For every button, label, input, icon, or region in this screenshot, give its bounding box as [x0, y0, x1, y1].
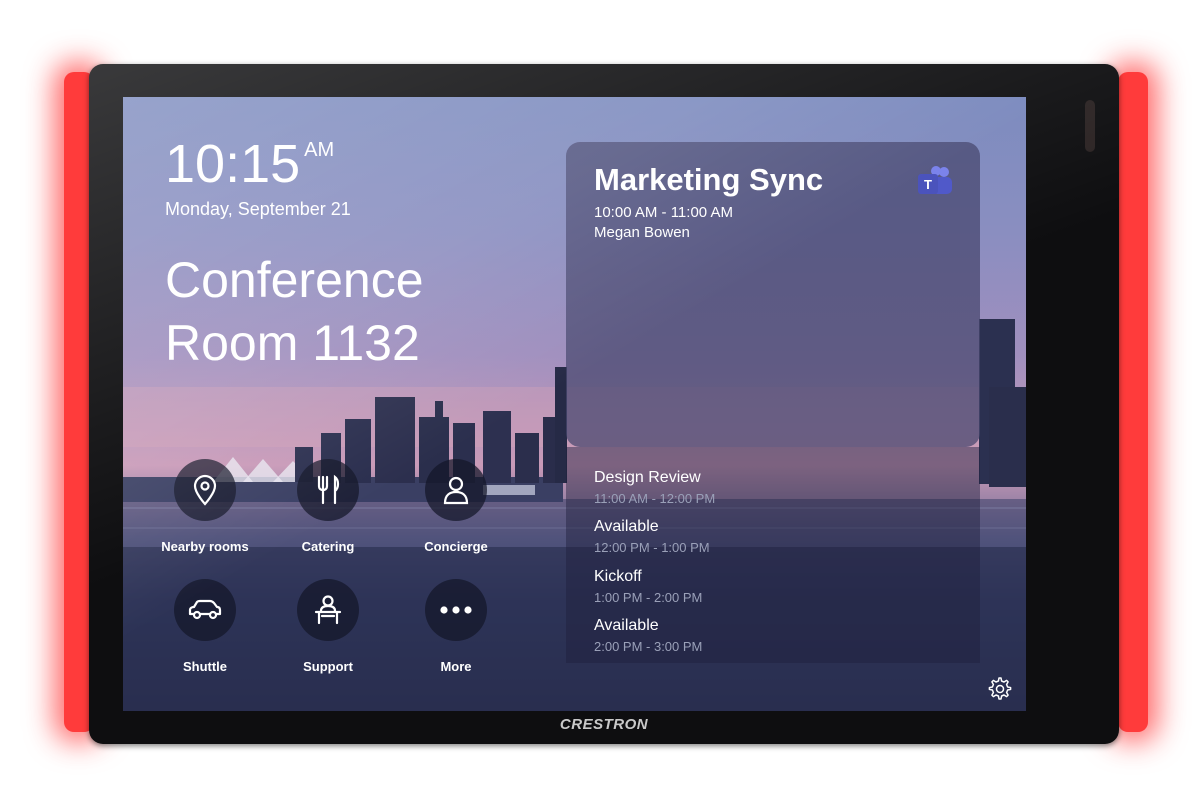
- fork-knife-icon: [317, 474, 340, 505]
- camera-sensor: [1085, 100, 1095, 152]
- tile-nearby-rooms-label: Nearby rooms: [161, 539, 249, 554]
- room-name-line1: Conference: [165, 252, 424, 308]
- gear-icon[interactable]: [988, 677, 1012, 701]
- car-icon: [188, 599, 222, 620]
- agenda-item-name: Available: [594, 518, 659, 535]
- current-meeting-organizer: Megan Bowen: [594, 224, 690, 241]
- agenda-list: Design Review 11:00 AM - 12:00 PM Availa…: [566, 447, 980, 663]
- tile-more-label: More: [440, 659, 472, 674]
- clock: 10:15 AM: [165, 137, 334, 191]
- clock-time: 10:15: [165, 134, 301, 194]
- tile-shuttle-label: Shuttle: [182, 659, 228, 674]
- person-icon: [443, 476, 469, 505]
- agenda-item-name: Kickoff: [594, 568, 642, 585]
- current-meeting-title: Marketing Sync: [594, 162, 824, 197]
- tile-concierge[interactable]: Concierge: [401, 459, 511, 554]
- room-name-line2: Room 1132: [165, 315, 420, 371]
- service-tiles: Nearby rooms Catering Concierge Shuttle …: [153, 459, 533, 689]
- tile-nearby-rooms-circle: [174, 459, 236, 521]
- tile-nearby-rooms[interactable]: Nearby rooms: [150, 459, 260, 554]
- tile-concierge-circle: [425, 459, 487, 521]
- tile-catering-circle: [297, 459, 359, 521]
- more-dots-icon: [440, 606, 472, 614]
- agenda-item[interactable]: Kickoff 1:00 PM - 2:00 PM: [594, 568, 702, 605]
- current-meeting-card[interactable]: Marketing Sync 10:00 AM - 11:00 AM Megan…: [566, 142, 980, 447]
- tile-more-circle: [425, 579, 487, 641]
- current-meeting-time: 10:00 AM - 11:00 AM: [594, 204, 733, 221]
- agenda-item[interactable]: Available 12:00 PM - 1:00 PM: [594, 518, 710, 555]
- tile-support-label: Support: [303, 659, 353, 674]
- agenda-item-name: Available: [594, 617, 659, 634]
- svg-text:T: T: [924, 177, 932, 192]
- screen: 10:15 AM Monday, September 21 Conference …: [123, 97, 1026, 711]
- agenda-item[interactable]: Design Review 11:00 AM - 12:00 PM: [594, 469, 715, 506]
- tile-concierge-label: Concierge: [424, 539, 488, 554]
- tile-support[interactable]: Support: [273, 579, 383, 674]
- tile-more[interactable]: More: [401, 579, 511, 674]
- room-name: Conference Room 1132: [165, 249, 495, 375]
- clock-ampm: AM: [304, 139, 335, 161]
- teams-icon[interactable]: T: [916, 164, 956, 200]
- agenda-item-time: 11:00 AM - 12:00 PM: [594, 491, 716, 506]
- tile-support-circle: [297, 579, 359, 641]
- led-bar-right: [1118, 72, 1148, 732]
- agenda-item-time: 12:00 PM - 1:00 PM: [594, 540, 710, 555]
- agenda-item-time: 1:00 PM - 2:00 PM: [594, 590, 703, 605]
- agenda-item-name: Design Review: [594, 469, 701, 486]
- agenda-item-time: 2:00 PM - 3:00 PM: [594, 639, 703, 654]
- agenda-item[interactable]: Available 2:00 PM - 3:00 PM: [594, 617, 702, 654]
- tile-catering-label: Catering: [301, 539, 355, 554]
- desk-person-icon: [314, 595, 342, 625]
- tile-shuttle[interactable]: Shuttle: [150, 579, 260, 674]
- map-pin-icon: [193, 474, 217, 506]
- clock-date: Monday, September 21: [165, 199, 351, 219]
- brand-logo: CRESTRON: [559, 716, 649, 733]
- tile-shuttle-circle: [174, 579, 236, 641]
- tile-catering[interactable]: Catering: [273, 459, 383, 554]
